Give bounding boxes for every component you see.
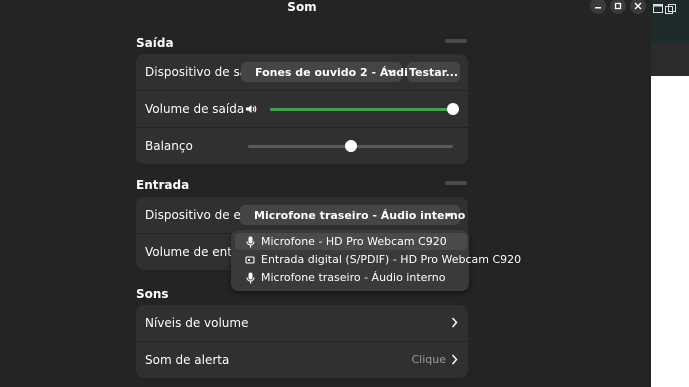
- input-option-rear-mic[interactable]: Microfone traseiro - Áudio interno: [235, 269, 467, 286]
- sounds-group: Níveis de volume Som de alerta Clique: [136, 305, 468, 378]
- input-section-indicator: [445, 181, 467, 185]
- copy-icon: [665, 4, 676, 14]
- input-section-title: Entrada: [136, 178, 190, 192]
- maximize-button[interactable]: [610, 0, 626, 14]
- output-group: Dispositivo de saída Fones de ouvido 2 -…: [136, 54, 468, 164]
- maximize-icon: [614, 2, 622, 10]
- input-option-label: Entrada digital (S/PDIF) - HD Pro Webcam…: [261, 253, 522, 266]
- background-app-toolbar: [651, 43, 689, 76]
- chevron-down-icon: [387, 69, 395, 74]
- chevron-right-icon: [451, 354, 458, 365]
- close-icon: [634, 2, 642, 10]
- alert-sound-label: Som de alerta: [145, 353, 230, 367]
- balance-label: Balanço: [145, 139, 193, 153]
- input-option-label: Microfone traseiro - Áudio interno: [261, 271, 446, 284]
- output-section-title: Saída: [136, 36, 174, 50]
- window-title: Som: [287, 0, 317, 14]
- output-device-row: Dispositivo de saída Fones de ouvido 2 -…: [136, 54, 468, 91]
- alert-sound-value: Clique: [411, 353, 446, 366]
- input-device-popover: Microfone - HD Pro Webcam C920 Entrada d…: [231, 230, 521, 291]
- sound-settings-window: Som Saída Dispositivo de saída Fones de …: [0, 0, 651, 387]
- input-device-dropdown[interactable]: Microfone traseiro - Áudio interno: [240, 205, 465, 225]
- speaker-icon[interactable]: [245, 104, 257, 114]
- volume-levels-row[interactable]: Níveis de volume: [136, 305, 468, 342]
- output-volume-row: Volume de saída: [136, 91, 468, 128]
- balance-row: Balanço: [136, 128, 468, 164]
- output-section-indicator: [445, 39, 467, 43]
- balance-knob[interactable]: [344, 140, 357, 152]
- chevron-right-icon: [451, 317, 458, 328]
- minimize-icon: [595, 7, 601, 9]
- output-volume-knob[interactable]: [447, 103, 459, 115]
- background-app-header: [651, 0, 689, 43]
- window-icon: [653, 4, 663, 13]
- test-button[interactable]: Testar...: [407, 62, 460, 82]
- digital-input-icon: [245, 254, 255, 266]
- microphone-icon: [245, 272, 255, 284]
- chevron-down-icon: [445, 212, 453, 217]
- input-option-webcam-mic[interactable]: Microfone - HD Pro Webcam C920: [235, 233, 467, 250]
- microphone-icon: [245, 236, 255, 248]
- output-device-dropdown[interactable]: Fones de ouvido 2 - Áudio i...: [241, 62, 436, 82]
- titlebar: Som: [0, 0, 651, 16]
- sounds-section-title: Sons: [136, 287, 169, 301]
- background-app-window: [651, 0, 689, 387]
- input-option-digital[interactable]: Entrada digital (S/PDIF) - HD Pro Webcam…: [235, 251, 521, 268]
- input-device-row: Dispositivo de entrada Microfone traseir…: [136, 197, 468, 234]
- volume-levels-label: Níveis de volume: [145, 316, 249, 330]
- output-volume-label: Volume de saída: [145, 102, 245, 116]
- alert-sound-row[interactable]: Som de alerta Clique: [136, 342, 468, 378]
- input-option-label: Microfone - HD Pro Webcam C920: [261, 235, 447, 248]
- input-device-value: Microfone traseiro - Áudio interno: [254, 208, 466, 222]
- close-button[interactable]: [630, 0, 646, 14]
- output-volume-fill: [270, 108, 453, 111]
